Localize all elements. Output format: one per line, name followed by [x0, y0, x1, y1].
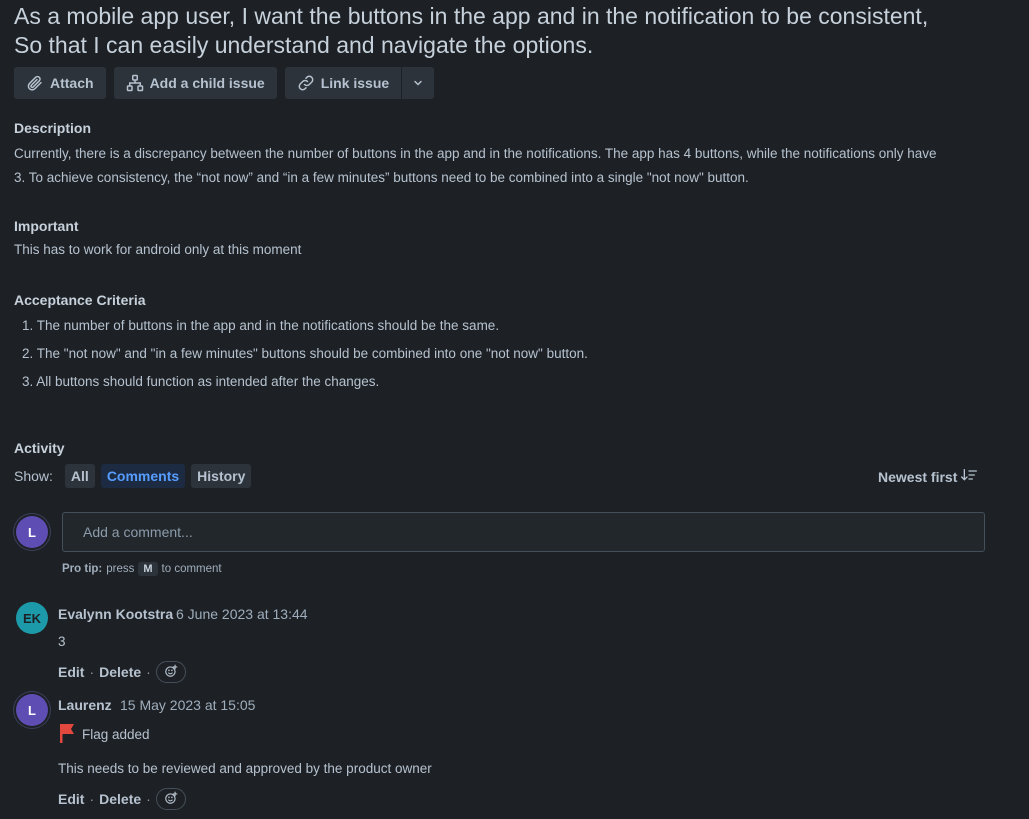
issue-title[interactable]: As a mobile app user, I want the buttons… [14, 2, 1014, 60]
filter-all[interactable]: All [64, 464, 95, 488]
show-label: Show: [14, 468, 53, 484]
list-item: 3. All buttons should function as intend… [22, 374, 380, 389]
avatar[interactable]: L [16, 694, 48, 726]
important-text: This has to work for android only at thi… [14, 242, 302, 257]
comment-actions: Edit · Delete · [58, 788, 186, 810]
comment-body: 3 [58, 634, 66, 649]
link-issue-label: Link issue [320, 75, 390, 91]
filter-history[interactable]: History [191, 464, 252, 488]
issue-title-line1: As a mobile app user, I want the buttons… [14, 3, 929, 29]
comment-author[interactable]: Evalynn Kootstra [58, 606, 173, 622]
edit-button[interactable]: Edit [58, 791, 84, 807]
important-heading: Important [14, 218, 79, 234]
emoji-icon [164, 664, 178, 681]
comment-date[interactable]: 6 June 2023 at 13:44 [176, 606, 308, 622]
issue-view: As a mobile app user, I want the buttons… [0, 0, 1029, 819]
list-item: 2. The "not now" and "in a few minutes" … [22, 346, 588, 361]
delete-button[interactable]: Delete [99, 791, 141, 807]
add-child-issue-button[interactable]: Add a child issue [113, 67, 277, 99]
delete-button[interactable]: Delete [99, 664, 141, 680]
flag-icon [58, 723, 76, 746]
description-heading: Description [14, 120, 92, 136]
comment-date[interactable]: 15 May 2023 at 15:05 [120, 697, 255, 713]
edit-button[interactable]: Edit [58, 664, 84, 680]
acceptance-heading: Acceptance Criteria [14, 292, 146, 308]
sort-label: Newest first [878, 468, 958, 485]
avatar[interactable]: EK [16, 602, 48, 634]
pro-tip-label: Pro tip: [62, 563, 103, 575]
pro-tip-key: M [138, 562, 158, 576]
description-line1: Currently, there is a discrepancy betwee… [14, 146, 937, 161]
acceptance-list: 1. The number of buttons in the app and … [22, 312, 588, 396]
more-actions-dropdown[interactable] [401, 67, 435, 99]
comment-input[interactable]: Add a comment... [62, 512, 985, 552]
comment-body: This needs to be reviewed and approved b… [58, 761, 432, 776]
description-line2: 3. To achieve consistency, the “not now”… [14, 170, 749, 185]
paperclip-icon [26, 74, 44, 92]
pro-tip-suffix: to comment [161, 563, 222, 575]
chevron-down-icon [412, 77, 424, 89]
flag-event: Flag added [58, 723, 150, 746]
comment-actions: Edit · Delete · [58, 661, 186, 683]
comment-author[interactable]: Laurenz [58, 697, 112, 713]
link-icon [297, 74, 315, 92]
list-item: 1. The number of buttons in the app and … [22, 318, 500, 333]
pro-tip-press: press [106, 563, 135, 575]
separator: · [89, 664, 95, 680]
link-issue-split-button: Link issue [284, 67, 435, 99]
issue-toolbar: Attach Add a child issue Link issue [14, 67, 435, 99]
activity-filter: Show: All Comments History [14, 464, 252, 488]
add-reaction-button[interactable] [155, 788, 186, 810]
add-reaction-button[interactable] [155, 661, 186, 683]
filter-comments[interactable]: Comments [100, 464, 186, 488]
issue-title-line2: So that I can easily understand and navi… [14, 32, 594, 58]
emoji-icon [164, 791, 178, 808]
link-issue-button[interactable]: Link issue [284, 67, 402, 99]
flag-text: Flag added [82, 727, 150, 742]
sort-icon [961, 468, 978, 485]
pro-tip: Pro tip: press M to comment [62, 562, 222, 576]
description-body[interactable]: Currently, there is a discrepancy betwee… [14, 142, 1014, 190]
attach-label: Attach [50, 75, 94, 91]
current-user-avatar[interactable]: L [16, 516, 48, 548]
activity-heading: Activity [14, 440, 65, 456]
separator: · [89, 791, 95, 807]
sort-button[interactable]: Newest first [878, 468, 978, 485]
attach-button[interactable]: Attach [14, 67, 106, 99]
separator: · [146, 791, 151, 807]
hierarchy-icon [126, 74, 144, 92]
add-child-issue-label: Add a child issue [149, 75, 265, 91]
separator: · [146, 664, 151, 680]
